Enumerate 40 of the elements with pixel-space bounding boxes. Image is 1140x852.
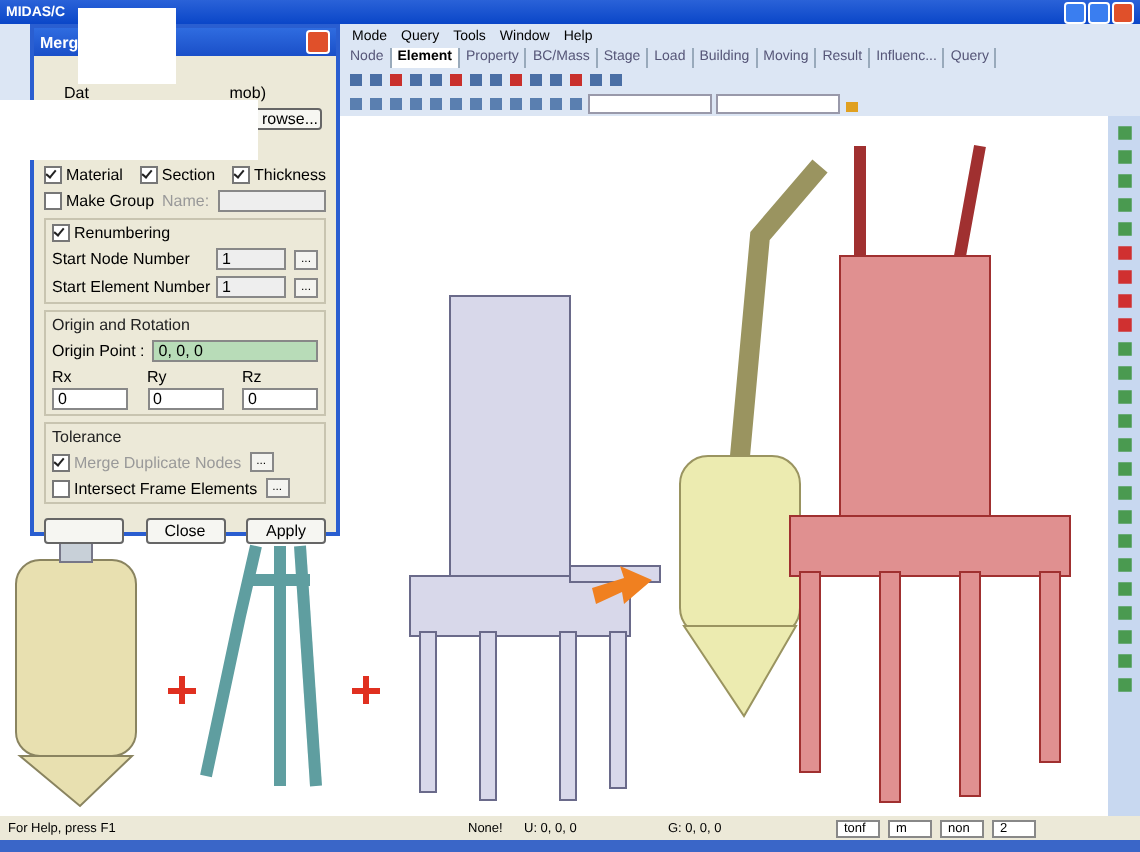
dialog-button[interactable] xyxy=(44,518,124,544)
dialog-button[interactable]: Close xyxy=(145,518,225,544)
dropdown[interactable] xyxy=(588,94,712,114)
field-label: Rx xyxy=(52,368,74,386)
plus-icon xyxy=(352,676,380,704)
rotation-dropdown[interactable]: 0 xyxy=(147,388,223,410)
dialog-title: Merg xyxy=(40,33,79,51)
field-label: Dat xyxy=(64,84,89,102)
field-label: Origin Point : xyxy=(52,342,145,360)
maximize-button[interactable] xyxy=(1088,1,1110,23)
blank-patch xyxy=(78,8,176,84)
checkbox[interactable]: Section xyxy=(139,166,216,184)
checkbox[interactable]: Intersect Frame Elements xyxy=(52,479,258,497)
checkbox[interactable]: Make Group xyxy=(44,192,155,210)
field-label: Start Element Number xyxy=(52,278,208,296)
number-field[interactable]: 1 xyxy=(216,248,286,270)
name-field[interactable] xyxy=(217,190,326,212)
number-field[interactable]: 1 xyxy=(216,276,286,298)
field-label: Name: xyxy=(162,192,210,210)
field-label: Start Node Number xyxy=(52,250,192,268)
arrow-icon xyxy=(592,566,652,604)
group-title: Tolerance xyxy=(52,428,124,446)
dropdown[interactable] xyxy=(716,94,840,114)
close-button[interactable] xyxy=(306,30,330,54)
group-title: Origin and Rotation xyxy=(52,316,192,334)
file-hint: mob) xyxy=(229,84,266,102)
browse-button[interactable]: rowse... xyxy=(252,108,322,130)
field-label: Rz xyxy=(242,368,264,386)
lock-icon[interactable] xyxy=(844,96,860,112)
checkbox[interactable]: Renumbering xyxy=(52,224,171,242)
origin-field[interactable]: 0, 0, 0 xyxy=(152,340,318,362)
rotation-dropdown[interactable]: 0 xyxy=(52,388,128,410)
plus-icon xyxy=(168,676,196,704)
dialog-button[interactable]: Apply xyxy=(246,518,326,544)
minimize-button[interactable] xyxy=(1064,1,1086,23)
field-label: Ry xyxy=(147,368,169,386)
rotation-dropdown[interactable]: 0 xyxy=(242,388,318,410)
close-button[interactable] xyxy=(1112,1,1134,23)
checkbox[interactable]: Thickness xyxy=(231,166,326,184)
checkbox[interactable]: Material xyxy=(44,166,123,184)
